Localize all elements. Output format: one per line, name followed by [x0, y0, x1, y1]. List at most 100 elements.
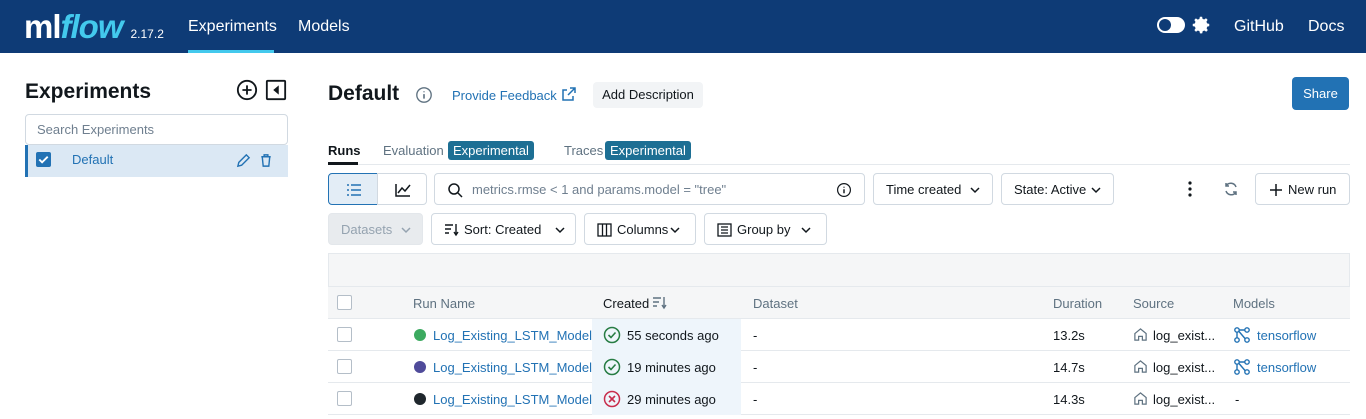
- add-description-button[interactable]: Add Description: [593, 82, 703, 108]
- search-icon: [448, 183, 463, 198]
- col-duration[interactable]: Duration: [1053, 296, 1102, 311]
- list-icon: [347, 184, 361, 196]
- chart-view-button[interactable]: [377, 173, 427, 205]
- search-experiments-input[interactable]: Search Experiments: [25, 114, 288, 145]
- datasets-label: Datasets: [341, 222, 393, 237]
- external-link-icon[interactable]: [561, 86, 577, 102]
- columns-dropdown[interactable]: Columns: [584, 213, 696, 245]
- model-value[interactable]: tensorflow: [1257, 328, 1316, 343]
- chevron-down-icon: [801, 227, 811, 234]
- run-name-link[interactable]: Log_Existing_LSTM_Model: [433, 360, 592, 375]
- experiment-checkbox[interactable]: [36, 152, 51, 167]
- col-created[interactable]: Created: [603, 296, 649, 311]
- provide-feedback-link[interactable]: Provide Feedback: [452, 88, 557, 103]
- chevron-down-icon: [555, 227, 565, 234]
- dataset-value: -: [753, 328, 758, 343]
- nav-docs[interactable]: Docs: [1308, 0, 1344, 53]
- success-status-icon: [603, 358, 621, 376]
- time-created-label: Time created: [886, 182, 962, 197]
- created-time: 55 seconds ago: [627, 328, 719, 343]
- sidebar-item-default[interactable]: Default: [25, 145, 288, 177]
- row-checkbox[interactable]: [337, 327, 352, 342]
- col-dataset[interactable]: Dataset: [753, 296, 798, 311]
- share-button[interactable]: Share: [1292, 77, 1349, 110]
- success-status-icon: [603, 326, 621, 344]
- dataset-value: -: [753, 360, 758, 375]
- model-icon: [1234, 327, 1250, 343]
- new-run-label: New run: [1288, 182, 1337, 197]
- col-models[interactable]: Models: [1233, 296, 1275, 311]
- logo-ml: ml: [24, 8, 62, 45]
- home-icon: [1134, 328, 1147, 341]
- model-value[interactable]: tensorflow: [1257, 360, 1316, 375]
- sort-dropdown[interactable]: Sort: Created: [431, 213, 576, 245]
- mlflow-logo[interactable]: ml flow 2.17.2: [24, 8, 164, 45]
- table-row[interactable]: Log_Existing_LSTM_Model 55 seconds ago - 13…: [328, 319, 1350, 351]
- row-checkbox[interactable]: [337, 359, 352, 374]
- nav-models[interactable]: Models: [298, 0, 350, 53]
- chevron-down-icon: [401, 227, 411, 234]
- source-value[interactable]: log_exist...: [1153, 360, 1215, 375]
- active-tab-indicator: [328, 162, 358, 165]
- logo-flow: flow: [60, 8, 124, 45]
- tab-traces[interactable]: Traces: [564, 143, 603, 158]
- run-name-link[interactable]: Log_Existing_LSTM_Model: [433, 328, 592, 343]
- sort-icon: [445, 224, 459, 237]
- created-time: 19 minutes ago: [627, 360, 716, 375]
- datasets-dropdown[interactable]: Datasets: [328, 213, 423, 245]
- gear-icon[interactable]: [1190, 14, 1212, 36]
- version-label: 2.17.2: [130, 27, 164, 41]
- tab-evaluation[interactable]: Evaluation: [383, 143, 444, 158]
- filter-placeholder: metrics.rmse < 1 and params.model = "tre…: [472, 182, 727, 197]
- source-value[interactable]: log_exist...: [1153, 392, 1215, 407]
- chevron-down-icon: [670, 227, 680, 234]
- nav-experiments[interactable]: Experiments: [188, 0, 277, 53]
- columns-label: Columns: [617, 222, 669, 237]
- model-icon: [1234, 359, 1250, 375]
- trash-icon[interactable]: [259, 153, 273, 168]
- select-all-checkbox[interactable]: [337, 295, 352, 310]
- info-icon[interactable]: [836, 182, 852, 198]
- run-color-dot[interactable]: [414, 393, 426, 405]
- col-run-name[interactable]: Run Name: [413, 296, 475, 311]
- sort-label: Sort: Created: [464, 222, 542, 237]
- info-icon[interactable]: [415, 86, 433, 104]
- run-color-dot[interactable]: [414, 361, 426, 373]
- table-row[interactable]: Log_Existing_LSTM_Model 29 minutes ago - 14…: [328, 383, 1350, 415]
- home-icon: [1134, 392, 1147, 405]
- table-view-button[interactable]: [328, 173, 378, 205]
- group-by-dropdown[interactable]: Group by: [704, 213, 827, 245]
- table-header: Run Name Created Dataset Duration Source…: [328, 287, 1350, 319]
- col-source[interactable]: Source: [1133, 296, 1174, 311]
- time-created-dropdown[interactable]: Time created: [873, 173, 993, 205]
- group-icon: [717, 223, 732, 237]
- home-icon: [1134, 360, 1147, 373]
- tab-runs[interactable]: Runs: [328, 143, 361, 158]
- nav-github[interactable]: GitHub: [1234, 0, 1284, 53]
- page-title: Default: [328, 82, 400, 105]
- source-value[interactable]: log_exist...: [1153, 328, 1215, 343]
- table-row[interactable]: Log_Existing_LSTM_Model 19 minutes ago - 14…: [328, 351, 1350, 383]
- new-run-button[interactable]: New run: [1255, 173, 1350, 205]
- run-name-link[interactable]: Log_Existing_LSTM_Model: [433, 392, 592, 407]
- add-experiment-icon[interactable]: [236, 79, 258, 101]
- top-navbar: ml flow 2.17.2 Experiments Models GitHub …: [0, 0, 1366, 53]
- more-options-icon[interactable]: [1182, 181, 1198, 197]
- collapse-sidebar-icon[interactable]: [265, 79, 287, 101]
- sort-desc-icon[interactable]: [652, 296, 667, 310]
- state-dropdown[interactable]: State: Active: [1001, 173, 1114, 205]
- tabs-divider: [328, 164, 1350, 165]
- run-color-dot[interactable]: [414, 329, 426, 341]
- edit-icon[interactable]: [236, 153, 251, 168]
- check-icon: [38, 156, 49, 164]
- sidebar-title: Experiments: [25, 80, 152, 103]
- experimental-badge: Experimental: [605, 141, 691, 160]
- experiment-label: Default: [72, 152, 114, 167]
- dark-mode-toggle[interactable]: [1157, 17, 1185, 33]
- row-checkbox[interactable]: [337, 391, 352, 406]
- experimental-badge: Experimental: [448, 141, 534, 160]
- run-filter-input[interactable]: metrics.rmse < 1 and params.model = "tre…: [434, 173, 865, 205]
- grid-group-header: [328, 253, 1350, 287]
- refresh-icon[interactable]: [1223, 181, 1239, 197]
- failed-status-icon: [603, 390, 621, 408]
